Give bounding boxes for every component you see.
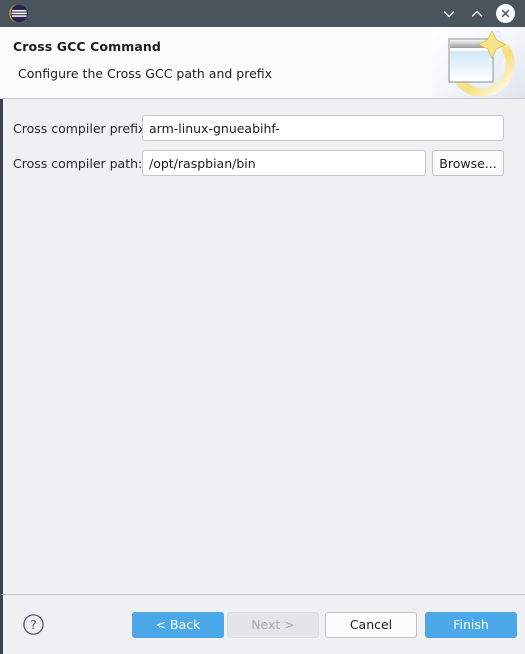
eclipse-logo-icon [8, 3, 29, 24]
cross-compiler-path-input[interactable] [142, 150, 426, 176]
window-controls [440, 4, 515, 23]
chevron-up-icon[interactable] [468, 5, 486, 23]
title-bar [0, 0, 525, 27]
finish-button[interactable]: Finish [425, 611, 517, 638]
cross-compiler-path-row: Cross compiler path: Browse... [3, 150, 525, 176]
dialog-button-group: < Back Next > Cancel Finish [132, 611, 517, 638]
svg-text:?: ? [30, 617, 37, 632]
dialog-footer: ? < Back Next > Cancel Finish [0, 594, 525, 654]
chevron-down-icon[interactable] [440, 5, 458, 23]
wizard-header: Cross GCC Command Configure the Cross GC… [0, 27, 525, 99]
wizard-body: Cross compiler prefix: Cross compiler pa… [0, 99, 525, 594]
cross-compiler-prefix-input[interactable] [142, 115, 504, 141]
cross-gcc-command-dialog: Cross GCC Command Configure the Cross GC… [0, 0, 525, 654]
cross-compiler-prefix-label: Cross compiler prefix: [13, 120, 150, 136]
cross-compiler-prefix-row: Cross compiler prefix: [3, 115, 525, 141]
back-button[interactable]: < Back [132, 611, 224, 638]
cross-compiler-path-label: Cross compiler path: [13, 155, 143, 171]
close-icon[interactable] [496, 4, 515, 23]
wizard-window-sparkle-icon [432, 27, 525, 98]
browse-button[interactable]: Browse... [432, 150, 504, 176]
next-button: Next > [227, 611, 319, 638]
help-question-icon[interactable]: ? [22, 613, 45, 636]
cancel-button[interactable]: Cancel [325, 611, 417, 638]
